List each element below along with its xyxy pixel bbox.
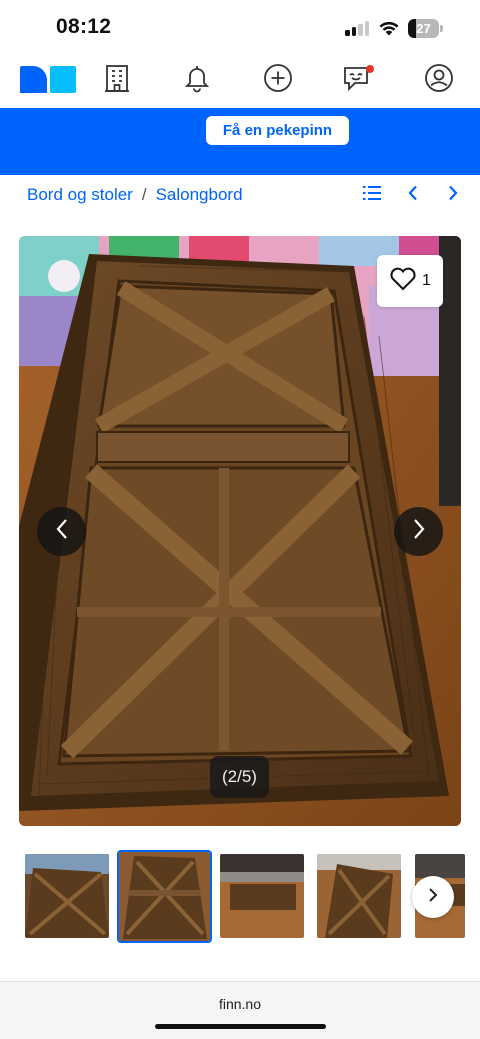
thumbnail-1[interactable] [25,854,109,938]
thumbnail-3[interactable] [220,854,304,938]
breadcrumb: Bord og stoler / Salongbord [27,185,243,207]
status-bar: 08:12 27 [0,0,480,56]
battery-icon: 27 [408,19,443,38]
previous-ad-button[interactable] [398,180,428,210]
building-icon [104,63,130,98]
thumbnail-2[interactable] [117,850,212,943]
next-ad-button[interactable] [438,180,468,210]
profile-icon [424,63,454,98]
plus-circle-icon [263,63,293,98]
chevron-right-icon [447,185,459,206]
cellular-signal-icon [345,20,371,36]
thumbnail-strip [0,848,480,944]
bell-icon [184,63,210,98]
status-time: 08:12 [56,15,112,38]
new-ad-button[interactable] [256,57,300,103]
notification-dot [366,64,374,73]
my-ads-button[interactable] [95,57,139,103]
favorite-count: 1 [422,272,431,289]
battery-level: 27 [416,21,431,36]
wifi-icon [377,17,401,37]
profile-button[interactable] [417,57,461,103]
breadcrumb-parent-link[interactable]: Bord og stoler [27,185,133,204]
chevron-left-icon [407,185,419,206]
list-view-button[interactable] [357,180,387,210]
chat-icon [342,63,376,98]
url-text: finn.no [218,996,262,1012]
thumbnail-4[interactable] [317,854,401,938]
finn-logo[interactable] [20,66,76,93]
favorite-button[interactable]: 1 [377,255,443,307]
chevron-right-icon [428,887,438,908]
previous-image-button[interactable] [37,507,86,556]
breadcrumb-separator: / [141,185,147,204]
list-icon [363,185,381,205]
thumbnails-next-button[interactable] [412,876,454,918]
chevron-right-icon [412,518,426,545]
heart-icon [389,266,417,296]
next-image-button[interactable] [394,507,443,556]
home-indicator [155,1024,326,1029]
breadcrumb-current-link[interactable]: Salongbord [156,185,243,204]
chevron-left-icon [55,518,69,545]
notifications-button[interactable] [175,57,219,103]
messages-button[interactable] [337,57,381,103]
image-counter: (2/5) [210,756,269,798]
browser-url-bar[interactable]: finn.no [0,981,480,1039]
get-estimate-button[interactable]: Få en pekepinn [206,116,349,145]
